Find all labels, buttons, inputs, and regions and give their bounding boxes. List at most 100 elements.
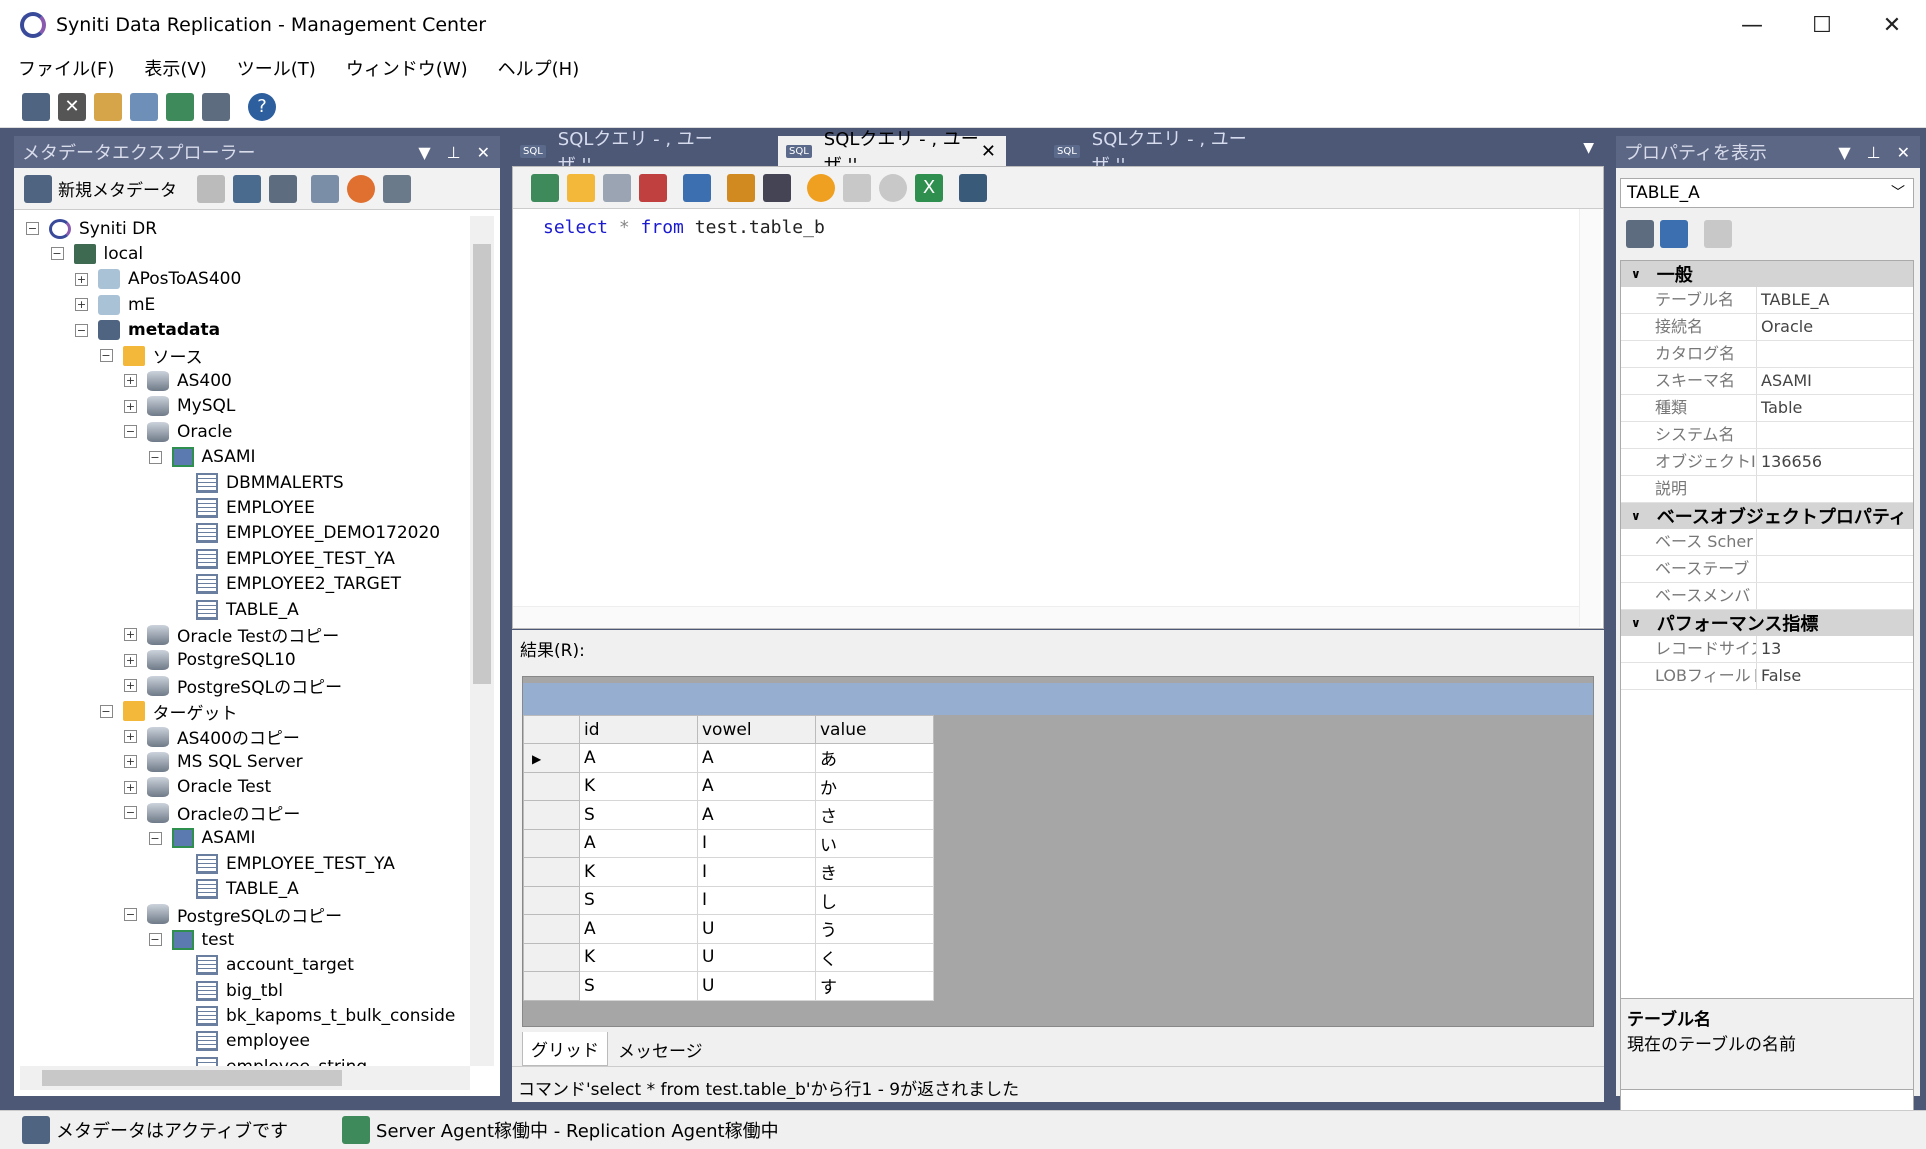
table-cell[interactable]: S bbox=[579, 971, 698, 1001]
table-cell[interactable]: U bbox=[697, 914, 816, 944]
table-cell[interactable]: K bbox=[579, 857, 698, 887]
column-header-value[interactable]: value bbox=[815, 715, 934, 744]
property-value[interactable]: 13 bbox=[1757, 636, 1913, 662]
table-cell[interactable]: K bbox=[579, 771, 698, 801]
tab-messages[interactable]: メッセージ bbox=[610, 1033, 711, 1066]
tree-node[interactable]: + APosToAS400 bbox=[75, 267, 241, 292]
collapse-icon[interactable]: − bbox=[124, 425, 137, 439]
save-as-icon[interactable] bbox=[639, 173, 667, 202]
tree-node[interactable]: EMPLOYEE2_TARGET bbox=[196, 572, 401, 597]
database-stack-icon[interactable] bbox=[166, 92, 194, 121]
property-row[interactable]: 種類 Table bbox=[1621, 395, 1913, 422]
table-cell[interactable]: U bbox=[697, 942, 816, 972]
table-cell[interactable]: う bbox=[815, 914, 934, 944]
collapse-icon[interactable]: − bbox=[148, 450, 162, 464]
table-row[interactable]: KAか bbox=[523, 771, 934, 801]
collapse-icon[interactable]: − bbox=[148, 933, 162, 947]
expand-icon[interactable]: + bbox=[124, 653, 137, 667]
tree-node[interactable]: + mE bbox=[75, 292, 155, 317]
menu-help[interactable]: ヘルプ(H) bbox=[498, 55, 580, 81]
table-cell[interactable]: A bbox=[697, 800, 816, 830]
tree-horizontal-scrollbar[interactable] bbox=[20, 1066, 470, 1090]
tree-node[interactable]: EMPLOYEE_TEST_YA bbox=[196, 851, 395, 876]
property-row[interactable]: スキーマ名 ASAMI bbox=[1621, 368, 1913, 395]
property-value[interactable]: Table bbox=[1757, 395, 1913, 421]
collapse-icon[interactable]: − bbox=[124, 806, 137, 820]
excel-export-icon[interactable]: X bbox=[915, 173, 943, 202]
expand-icon[interactable]: + bbox=[124, 780, 137, 794]
table-cell[interactable]: A bbox=[697, 743, 816, 773]
tree-node[interactable]: big_tbl bbox=[196, 978, 283, 1003]
stop-icon[interactable] bbox=[843, 173, 871, 202]
collapse-icon[interactable]: − bbox=[26, 222, 39, 235]
property-row[interactable]: ベースメンバ bbox=[1621, 583, 1913, 610]
refresh-icon[interactable] bbox=[347, 174, 375, 203]
menu-window[interactable]: ウィンドウ(W) bbox=[346, 55, 468, 81]
list-icon[interactable] bbox=[383, 174, 411, 203]
expand-icon[interactable]: + bbox=[124, 730, 137, 743]
tree-node[interactable]: − ASAMI bbox=[148, 445, 256, 470]
tree-node[interactable]: + Oracle Testのコピー bbox=[124, 622, 339, 647]
tree-node[interactable]: bk_kapoms_t_bulk_conside bbox=[196, 1003, 455, 1028]
help-icon[interactable]: ? bbox=[248, 92, 276, 121]
table-cell[interactable]: A bbox=[697, 771, 816, 801]
close-button[interactable]: ✕ bbox=[1856, 0, 1926, 50]
tree-vertical-scrollbar[interactable] bbox=[470, 216, 494, 1066]
property-value[interactable] bbox=[1757, 556, 1913, 582]
tools-icon[interactable]: ✕ bbox=[58, 92, 86, 121]
monitor-icon[interactable] bbox=[202, 92, 230, 121]
panel-dropdown-icon[interactable]: ▼ bbox=[1838, 143, 1850, 162]
property-row[interactable]: ベース Scher bbox=[1621, 529, 1913, 556]
table-row[interactable]: KUく bbox=[523, 942, 934, 972]
property-value[interactable] bbox=[1757, 583, 1913, 609]
expand-icon[interactable]: + bbox=[124, 399, 137, 413]
tree-node[interactable]: − test bbox=[148, 927, 234, 952]
table-cell[interactable]: K bbox=[579, 942, 698, 972]
tab-sql-query-1[interactable]: SQL SQLクエリ - , ユーザ '' bbox=[512, 129, 728, 176]
property-value[interactable]: 136656 bbox=[1757, 449, 1913, 475]
property-row[interactable]: 説明 bbox=[1621, 476, 1913, 503]
new-metadata-button[interactable]: 新規メタデータ bbox=[58, 176, 177, 201]
row-header[interactable] bbox=[523, 771, 580, 801]
tree-node[interactable]: − Oracle bbox=[124, 419, 232, 444]
wrap-icon[interactable] bbox=[763, 173, 791, 202]
table-cell[interactable]: U bbox=[697, 971, 816, 1001]
expand-icon[interactable]: + bbox=[75, 272, 88, 286]
table-cell[interactable]: あ bbox=[815, 743, 934, 773]
tree-node[interactable]: employee_string bbox=[196, 1054, 367, 1066]
tree-node[interactable]: − Oracleのコピー bbox=[124, 800, 300, 825]
collapse-icon[interactable]: − bbox=[99, 349, 113, 362]
property-category[interactable]: ∨ パフォーマンス指標 bbox=[1621, 610, 1913, 636]
disconnect-icon[interactable] bbox=[197, 174, 225, 203]
table-row[interactable]: ▶ A A あ bbox=[523, 743, 934, 773]
tree-node[interactable]: − metadata bbox=[75, 318, 220, 343]
windows-icon[interactable] bbox=[130, 92, 158, 121]
tree-node[interactable]: + PostgreSQL10 bbox=[124, 648, 296, 673]
table-cell[interactable]: か bbox=[815, 771, 934, 801]
expand-icon[interactable]: + bbox=[75, 298, 88, 312]
collapse-icon[interactable]: − bbox=[50, 247, 64, 261]
table-row[interactable]: AIい bbox=[523, 828, 934, 858]
property-row[interactable]: オブジェクトID 136656 bbox=[1621, 449, 1913, 476]
expand-icon[interactable]: + bbox=[124, 628, 137, 642]
table-cell[interactable]: く bbox=[815, 942, 934, 972]
brush-icon[interactable] bbox=[727, 173, 755, 202]
table-cell[interactable]: き bbox=[815, 857, 934, 887]
object-selector[interactable]: TABLE_A ﹀ bbox=[1620, 178, 1914, 208]
tree-node[interactable]: DBMMALERTS bbox=[196, 470, 344, 495]
property-value[interactable]: False bbox=[1757, 663, 1913, 689]
property-row[interactable]: LOBフィールド False bbox=[1621, 663, 1913, 690]
property-value[interactable] bbox=[1757, 341, 1913, 367]
panel-close-icon[interactable]: ✕ bbox=[477, 143, 490, 162]
tree-node[interactable]: − ターゲット bbox=[99, 699, 238, 724]
collapse-icon[interactable]: − bbox=[148, 831, 162, 845]
table-row[interactable]: SAさ bbox=[523, 800, 934, 830]
tab-sql-query-3[interactable]: SQL SQLクエリ - , ユーザ '' bbox=[1046, 129, 1262, 176]
tree-node[interactable]: − ソース bbox=[99, 343, 203, 368]
collapse-icon[interactable]: − bbox=[124, 907, 137, 921]
tree-node[interactable]: EMPLOYEE_TEST_YA bbox=[196, 546, 395, 571]
chevron-down-icon[interactable]: ∨ bbox=[1631, 509, 1641, 523]
maximize-button[interactable]: ☐ bbox=[1786, 0, 1858, 50]
row-header[interactable] bbox=[523, 800, 580, 830]
property-value[interactable] bbox=[1757, 529, 1913, 555]
